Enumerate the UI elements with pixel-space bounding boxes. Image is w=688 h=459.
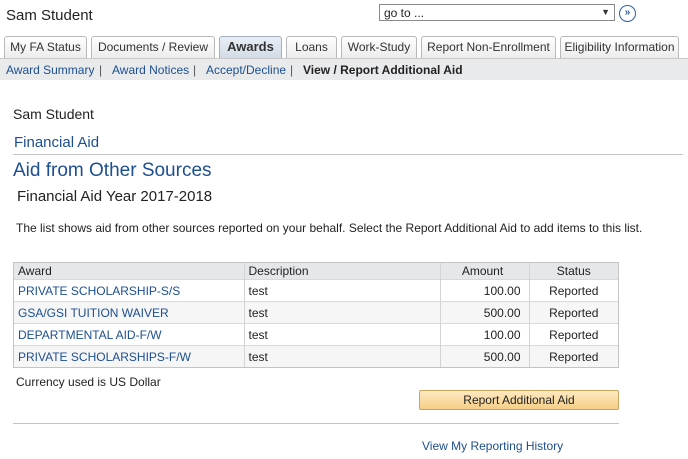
column-header-status: Status bbox=[529, 263, 618, 280]
divider bbox=[13, 154, 683, 155]
amount-cell: 100.00 bbox=[440, 323, 530, 346]
table-row: GSA/GSI TUITION WAIVER test 500.00 Repor… bbox=[14, 301, 618, 324]
tab-my-fa-status[interactable]: My FA Status bbox=[4, 36, 87, 58]
aid-table: Award Description Amount Status PRIVATE … bbox=[13, 262, 619, 368]
page-title: Aid from Other Sources bbox=[13, 160, 212, 181]
amount-cell: 100.00 bbox=[440, 279, 530, 302]
tab-documents-review[interactable]: Documents / Review bbox=[91, 36, 215, 58]
tab-bar: My FA Status Documents / Review Awards L… bbox=[0, 36, 688, 58]
double-chevron-right-icon: » bbox=[624, 7, 631, 18]
award-link[interactable]: GSA/GSI TUITION WAIVER bbox=[14, 301, 245, 324]
table-row: DEPARTMENTAL AID-F/W test 100.00 Reporte… bbox=[14, 323, 618, 346]
description-cell: test bbox=[244, 301, 441, 324]
goto-select[interactable]: go to ... ▼ bbox=[379, 4, 615, 21]
award-link[interactable]: PRIVATE SCHOLARSHIPS-F/W bbox=[14, 345, 245, 367]
description-cell: test bbox=[244, 323, 441, 346]
student-name: Sam Student bbox=[13, 106, 94, 122]
tab-report-non-enrollment[interactable]: Report Non-Enrollment bbox=[421, 36, 556, 58]
divider bbox=[13, 423, 619, 424]
status-cell: Reported bbox=[529, 301, 618, 324]
section-heading: Financial Aid bbox=[14, 134, 100, 151]
chevron-down-icon: ▼ bbox=[601, 7, 610, 17]
description-cell: test bbox=[244, 345, 441, 367]
subnav-separator: | bbox=[193, 63, 197, 77]
subnav-award-notices[interactable]: Award Notices bbox=[112, 63, 189, 77]
header-student-name: Sam Student bbox=[6, 7, 93, 24]
tab-loans[interactable]: Loans bbox=[286, 36, 337, 58]
tab-awards[interactable]: Awards bbox=[219, 36, 282, 58]
subnav-award-summary[interactable]: Award Summary bbox=[6, 63, 94, 77]
subnav-separator: | bbox=[290, 63, 294, 77]
status-cell: Reported bbox=[529, 323, 618, 346]
aid-year-label: Financial Aid Year 2017-2018 bbox=[17, 188, 213, 205]
column-header-amount: Amount bbox=[440, 263, 530, 280]
status-cell: Reported bbox=[529, 279, 618, 302]
description-cell: test bbox=[244, 279, 441, 302]
award-link[interactable]: PRIVATE SCHOLARSHIP-S/S bbox=[14, 279, 245, 302]
tab-work-study[interactable]: Work-Study bbox=[341, 36, 417, 58]
currency-note: Currency used is US Dollar bbox=[16, 375, 161, 389]
report-additional-aid-button[interactable]: Report Additional Aid bbox=[419, 390, 619, 410]
amount-cell: 500.00 bbox=[440, 345, 530, 367]
go-button[interactable]: » bbox=[619, 5, 636, 22]
table-row: PRIVATE SCHOLARSHIPS-F/W test 500.00 Rep… bbox=[14, 345, 618, 367]
instructions-text: The list shows aid from other sources re… bbox=[16, 221, 643, 235]
amount-cell: 500.00 bbox=[440, 301, 530, 324]
subnav-separator: | bbox=[99, 63, 103, 77]
award-link[interactable]: DEPARTMENTAL AID-F/W bbox=[14, 323, 245, 346]
column-header-description: Description bbox=[244, 263, 441, 280]
table-row: PRIVATE SCHOLARSHIP-S/S test 100.00 Repo… bbox=[14, 279, 618, 302]
sub-navigation: Award Summary | Award Notices | Accept/D… bbox=[0, 58, 688, 80]
goto-select-value: go to ... bbox=[384, 6, 425, 20]
status-cell: Reported bbox=[529, 345, 618, 367]
tab-eligibility-information[interactable]: Eligibility Information bbox=[560, 36, 679, 58]
subnav-accept-decline[interactable]: Accept/Decline bbox=[206, 63, 286, 77]
subnav-view-report-additional-aid: View / Report Additional Aid bbox=[303, 63, 463, 77]
view-reporting-history-link[interactable]: View My Reporting History bbox=[422, 439, 563, 453]
column-header-award: Award bbox=[14, 263, 245, 280]
